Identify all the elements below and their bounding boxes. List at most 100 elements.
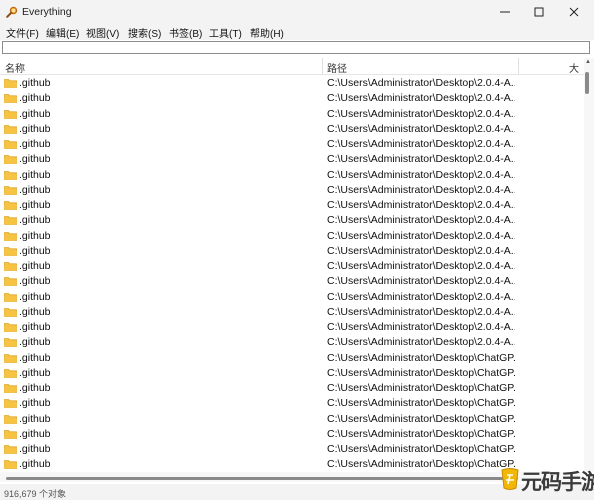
folder-icon <box>4 216 17 226</box>
close-icon <box>569 7 579 17</box>
table-row[interactable]: .github C:\Users\Administrator\Desktop\2.… <box>0 183 584 198</box>
table-row[interactable]: .github C:\Users\Administrator\Desktop\2.… <box>0 198 584 213</box>
menu-edit[interactable]: 编辑(E) <box>46 25 79 40</box>
title-bar[interactable]: Everything <box>0 0 594 24</box>
menu-search[interactable]: 搜索(S) <box>128 25 161 40</box>
column-path[interactable]: 路径 <box>327 60 347 75</box>
column-divider[interactable] <box>518 58 519 74</box>
row-name: .github <box>19 412 51 425</box>
table-row[interactable]: .github C:\Users\Administrator\Desktop\2.… <box>0 290 584 305</box>
row-name: .github <box>19 183 51 196</box>
scroll-up-arrow-icon[interactable]: ▲ <box>585 59 591 65</box>
table-row[interactable]: .github C:\Users\Administrator\Desktop\Ch… <box>0 442 584 457</box>
vertical-scrollbar[interactable] <box>584 58 594 472</box>
table-row[interactable]: .github C:\Users\Administrator\Desktop\2.… <box>0 259 584 274</box>
maximize-button[interactable] <box>524 0 554 24</box>
folder-icon <box>4 124 17 134</box>
folder-icon <box>4 79 17 88</box>
horizontal-scroll-thumb[interactable] <box>6 477 518 480</box>
row-path: C:\Users\Administrator\Desktop\ChatGP... <box>327 351 515 364</box>
table-row[interactable]: .github C:\Users\Administrator\Desktop\2.… <box>0 91 584 106</box>
folder-icon <box>4 185 17 195</box>
row-name: .github <box>19 260 51 272</box>
table-row[interactable]: .github C:\Users\Administrator\Desktop\2.… <box>0 152 584 167</box>
close-button[interactable] <box>559 0 589 24</box>
window-title: Everything <box>22 6 72 18</box>
row-path: C:\Users\Administrator\Desktop\2.0.4-A..… <box>327 153 515 166</box>
table-row[interactable]: .github C:\Users\Administrator\Desktop\2.… <box>0 107 584 122</box>
menu-tools[interactable]: 工具(T) <box>209 25 242 40</box>
table-row[interactable]: .github C:\Users\Administrator\Desktop\2.… <box>0 168 584 183</box>
row-path: C:\Users\Administrator\Desktop\ChatGP... <box>327 397 515 410</box>
watermark-logo-icon <box>501 468 519 490</box>
row-path: C:\Users\Administrator\Desktop\ChatGP... <box>327 427 515 440</box>
table-row[interactable]: .github C:\Users\Administrator\Desktop\2.… <box>0 76 584 91</box>
row-path: C:\Users\Administrator\Desktop\2.0.4-A..… <box>327 92 515 105</box>
menu-help[interactable]: 帮助(H) <box>250 25 284 40</box>
row-path: C:\Users\Administrator\Desktop\2.0.4-A..… <box>327 199 515 211</box>
minimize-button[interactable] <box>490 0 520 24</box>
row-path: C:\Users\Administrator\Desktop\2.0.4-A..… <box>327 229 515 242</box>
minimize-icon <box>500 11 510 13</box>
table-row[interactable]: .github C:\Users\Administrator\Desktop\2.… <box>0 244 584 259</box>
table-row[interactable]: .github C:\Users\Administrator\Desktop\2.… <box>0 335 584 350</box>
table-row[interactable]: .github C:\Users\Administrator\Desktop\2.… <box>0 229 584 244</box>
row-name: .github <box>19 427 51 440</box>
row-path: C:\Users\Administrator\Desktop\2.0.4-A..… <box>327 122 515 135</box>
column-divider[interactable] <box>322 58 323 74</box>
row-path: C:\Users\Administrator\Desktop\2.0.4-A..… <box>327 138 515 150</box>
table-row[interactable]: .github C:\Users\Administrator\Desktop\Ch… <box>0 396 584 411</box>
object-count: 916,679 个对象 <box>4 489 67 499</box>
row-name: .github <box>19 290 51 303</box>
row-name: .github <box>19 122 51 135</box>
menu-bookmarks[interactable]: 书签(B) <box>169 25 202 40</box>
row-path: C:\Users\Administrator\Desktop\2.0.4-A..… <box>327 321 515 333</box>
watermark: 元码手游网 <box>497 458 594 500</box>
row-path: C:\Users\Administrator\Desktop\2.0.4-A..… <box>327 107 515 120</box>
table-row[interactable]: .github C:\Users\Administrator\Desktop\2.… <box>0 213 584 228</box>
folder-icon <box>4 201 17 210</box>
menu-view[interactable]: 视图(V) <box>86 25 119 40</box>
folder-icon <box>4 399 17 409</box>
vertical-scroll-thumb[interactable] <box>585 72 589 94</box>
folder-icon <box>4 353 17 363</box>
table-row[interactable]: .github C:\Users\Administrator\Desktop\2.… <box>0 274 584 289</box>
search-input[interactable] <box>2 41 590 54</box>
folder-icon <box>4 277 17 287</box>
row-name: .github <box>19 199 51 211</box>
table-row[interactable]: .github C:\Users\Administrator\Desktop\2.… <box>0 122 584 137</box>
table-row[interactable]: .github C:\Users\Administrator\Desktop\Ch… <box>0 427 584 442</box>
folder-icon <box>4 94 17 104</box>
row-name: .github <box>19 229 51 242</box>
folder-icon <box>4 307 17 317</box>
menu-file[interactable]: 文件(F) <box>6 25 39 40</box>
table-row[interactable]: .github C:\Users\Administrator\Desktop\Ch… <box>0 412 584 427</box>
row-name: .github <box>19 397 51 410</box>
table-row[interactable]: .github C:\Users\Administrator\Desktop\Ch… <box>0 366 584 381</box>
folder-icon <box>4 338 17 348</box>
folder-icon <box>4 460 17 470</box>
column-size[interactable]: 大 <box>569 60 579 75</box>
folder-icon <box>4 414 17 424</box>
column-header: 名称 路径 大 <box>0 58 584 75</box>
column-name[interactable]: 名称 <box>5 60 25 75</box>
folder-icon <box>4 445 17 454</box>
table-row[interactable]: .github C:\Users\Administrator\Desktop\Ch… <box>0 381 584 396</box>
folder-icon <box>4 384 17 393</box>
row-path: C:\Users\Administrator\Desktop\2.0.4-A..… <box>327 168 515 181</box>
table-row[interactable]: .github C:\Users\Administrator\Desktop\2.… <box>0 137 584 152</box>
table-row[interactable]: .github C:\Users\Administrator\Desktop\2.… <box>0 320 584 335</box>
row-path: C:\Users\Administrator\Desktop\2.0.4-A..… <box>327 336 515 349</box>
row-path: C:\Users\Administrator\Desktop\2.0.4-A..… <box>327 244 515 257</box>
table-row[interactable]: .github C:\Users\Administrator\Desktop\Ch… <box>0 351 584 366</box>
row-path: C:\Users\Administrator\Desktop\2.0.4-A..… <box>327 290 515 303</box>
folder-icon <box>4 323 17 332</box>
row-path: C:\Users\Administrator\Desktop\ChatGP... <box>327 443 515 455</box>
row-path: C:\Users\Administrator\Desktop\2.0.4-A..… <box>327 183 515 196</box>
row-name: .github <box>19 351 51 364</box>
folder-icon <box>4 231 17 241</box>
maximize-icon <box>534 7 544 17</box>
row-name: .github <box>19 92 51 105</box>
table-row[interactable]: .github C:\Users\Administrator\Desktop\2.… <box>0 305 584 320</box>
row-name: .github <box>19 366 51 379</box>
